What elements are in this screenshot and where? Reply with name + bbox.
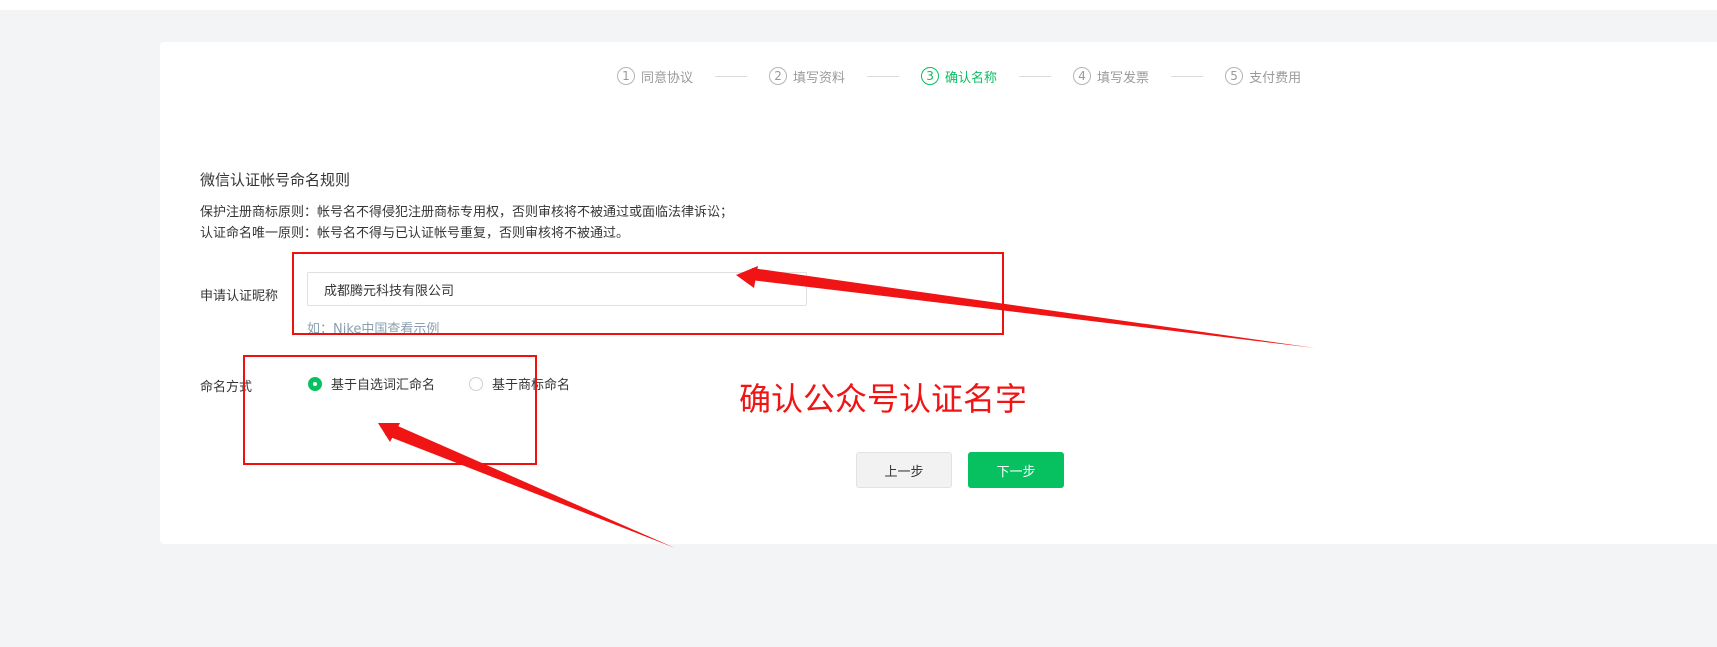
nickname-label: 申请认证昵称 bbox=[200, 289, 279, 304]
progress-steps: 1 同意协议 2 填写资料 3 确认名称 4 填写发票 5 支付费用 bbox=[617, 64, 1301, 88]
step-connector bbox=[715, 75, 748, 77]
step-4-label: 填写发票 bbox=[1097, 70, 1150, 86]
annotation-box-naming-mode bbox=[243, 355, 537, 465]
naming-rules-title: 微信认证帐号命名规则 bbox=[200, 171, 351, 189]
step-5-label: 支付费用 bbox=[1249, 70, 1302, 86]
step-2-number: 2 bbox=[769, 67, 788, 85]
next-step-button[interactable]: 下一步 bbox=[968, 452, 1064, 488]
step-2: 2 填写资料 bbox=[769, 67, 845, 86]
naming-rule-trademark: 保护注册商标原则：帐号名不得侵犯注册商标专用权，否则审核将不被通过或面临法律诉讼… bbox=[200, 205, 734, 220]
step-5-number: 5 bbox=[1225, 67, 1244, 85]
step-connector bbox=[1019, 75, 1052, 77]
step-3-number: 3 bbox=[921, 67, 940, 85]
step-3-label: 确认名称 bbox=[945, 70, 998, 86]
annotation-text: 确认公众号认证名字 bbox=[739, 380, 1028, 418]
step-2-label: 填写资料 bbox=[793, 70, 846, 86]
step-connector bbox=[867, 75, 900, 77]
naming-rule-unique: 认证命名唯一原则：帐号名不得与已认证帐号重复，否则审核将不被通过。 bbox=[200, 226, 630, 241]
step-4: 4 填写发票 bbox=[1073, 67, 1149, 86]
step-connector bbox=[1171, 75, 1204, 77]
step-1-number: 1 bbox=[617, 67, 635, 85]
step-5: 5 支付费用 bbox=[1225, 67, 1301, 86]
step-3: 3 确认名称 bbox=[921, 67, 997, 86]
step-1-label: 同意协议 bbox=[641, 70, 694, 86]
step-4-number: 4 bbox=[1073, 67, 1092, 85]
annotation-box-nickname bbox=[292, 252, 1004, 335]
prev-step-button[interactable]: 上一步 bbox=[856, 452, 952, 488]
top-strip bbox=[0, 0, 1717, 10]
step-1: 1 同意协议 bbox=[617, 67, 693, 86]
